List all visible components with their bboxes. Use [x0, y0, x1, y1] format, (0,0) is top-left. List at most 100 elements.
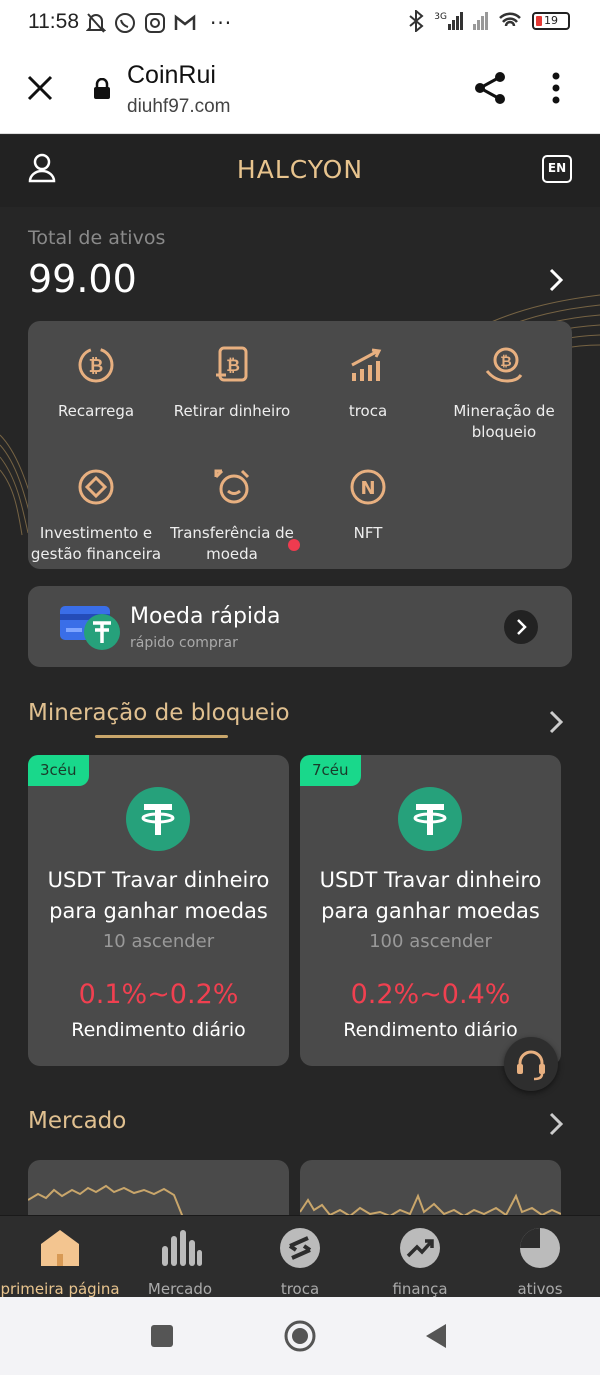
bars-icon	[162, 1230, 202, 1266]
more-notifications-icon: ···	[210, 11, 233, 35]
page-title: CoinRui	[127, 61, 216, 89]
brand-title: HALCYON	[236, 155, 364, 184]
product-rate: 0.2%~0.4%	[350, 979, 511, 1010]
svg-text:₿: ₿	[500, 354, 511, 370]
svg-text:₿: ₿	[89, 356, 104, 377]
nav-finance[interactable]: finança	[360, 1226, 480, 1298]
whatsapp-icon	[115, 13, 135, 33]
nav-assets[interactable]: ativos	[480, 1226, 600, 1298]
growth-chart-icon	[351, 348, 382, 381]
bitcoin-document-icon: ₿	[216, 346, 248, 382]
market-card[interactable]	[28, 1160, 289, 1215]
menu-label: Investimento e gestão financeira	[30, 524, 162, 563]
usdt-icon	[126, 787, 190, 851]
home-button-icon[interactable]	[284, 1320, 316, 1352]
menu-label: Retirar dinheiro	[173, 402, 291, 420]
product-rate-label: Rendimento diário	[71, 1019, 246, 1041]
menu-item-troca[interactable]: troca	[300, 345, 436, 422]
bluetooth-icon	[409, 10, 424, 32]
market-title: Mercado	[28, 1108, 127, 1134]
card-usdt-icon	[60, 606, 120, 650]
market-sparkline	[300, 1193, 561, 1215]
back-icon[interactable]	[424, 1322, 448, 1350]
product-tag: 3céu	[28, 755, 89, 786]
battery-level: 19	[544, 14, 558, 27]
bottom-navigation: primeira página Mercado troca finança at…	[0, 1215, 600, 1298]
menu-item-retirar[interactable]: ₿ Retirar dinheiro	[164, 345, 300, 422]
lock-icon	[94, 78, 110, 99]
app-content: HALCYON EN Total de ativos 99.00 ₿ Recar…	[0, 135, 600, 1215]
nav-label: finança	[392, 1280, 448, 1298]
nav-home[interactable]: primeira página	[0, 1226, 120, 1298]
usdt-icon	[398, 787, 462, 851]
gmail-icon	[174, 14, 196, 30]
quick-coin-arrow[interactable]	[504, 610, 538, 644]
section-underline	[95, 735, 228, 738]
market-sparkline	[28, 1184, 184, 1215]
market-card[interactable]	[300, 1160, 561, 1215]
close-icon[interactable]	[26, 74, 54, 102]
transfer-icon	[214, 469, 250, 504]
product-minimum: 100 ascender	[369, 931, 492, 952]
chevron-right-icon[interactable]	[548, 267, 564, 293]
menu-item-recarrega[interactable]: ₿ Recarrega	[28, 345, 164, 422]
nft-icon: N	[350, 469, 386, 505]
quick-coin-subtitle: rápido comprar	[130, 635, 238, 651]
nav-market[interactable]: Mercado	[120, 1226, 240, 1298]
quick-coin-title: Moeda rápida	[130, 604, 281, 629]
headset-icon	[517, 1050, 545, 1081]
bitcoin-hand-icon: ₿	[485, 347, 523, 383]
page-url[interactable]: diuhf97.com	[127, 96, 231, 118]
language-toggle[interactable]: EN	[542, 155, 572, 183]
menu-item-investimento[interactable]: Investimento e gestão financeira	[28, 467, 164, 565]
quick-menu: ₿ Recarrega ₿ Retirar dinheiro troca ₿ M…	[28, 321, 572, 569]
nav-exchange[interactable]: troca	[240, 1226, 360, 1298]
product-tag: 7céu	[300, 755, 361, 786]
menu-label: Mineração de bloqueio	[453, 402, 555, 441]
finance-icon	[400, 1228, 440, 1268]
more-options-icon[interactable]	[552, 72, 560, 104]
notification-icons: ···	[86, 11, 232, 35]
pie-icon	[520, 1228, 560, 1268]
home-icon	[41, 1230, 79, 1266]
menu-item-mineracao[interactable]: ₿ Mineração de bloqueio	[436, 345, 572, 443]
signal-2-icon	[473, 12, 488, 30]
menu-item-transferencia[interactable]: Transferência de moeda	[164, 467, 300, 565]
svg-text:N: N	[360, 478, 375, 499]
total-assets-label: Total de ativos	[28, 227, 166, 249]
exchange-icon	[280, 1228, 320, 1268]
nav-label: primeira página	[0, 1280, 120, 1298]
status-time: 11:58	[28, 10, 79, 33]
lock-mining-title: Mineração de bloqueio	[28, 700, 290, 726]
menu-label: Recarrega	[57, 402, 135, 420]
menu-label: Transferência de moeda	[170, 524, 294, 563]
chevron-right-icon[interactable]	[548, 709, 564, 735]
notification-dot	[288, 539, 300, 551]
app-header: HALCYON EN	[0, 135, 600, 207]
share-icon[interactable]	[472, 70, 508, 106]
signal-icon: 3G	[434, 12, 463, 30]
svg-text:₿: ₿	[226, 356, 240, 376]
quick-coin-banner[interactable]: Moeda rápida rápido comprar	[28, 586, 572, 667]
system-navigation-bar	[0, 1297, 600, 1375]
battery-icon: 19	[532, 12, 570, 30]
chevron-right-icon[interactable]	[548, 1111, 564, 1137]
total-assets-value: 99.00	[28, 257, 137, 301]
lock-product-card[interactable]: 7céu USDT Travar dinheiro para ganhar mo…	[300, 755, 561, 1066]
menu-item-nft[interactable]: N NFT	[300, 467, 436, 544]
target-icon	[78, 469, 114, 505]
menu-label: NFT	[353, 524, 383, 542]
wifi-icon	[499, 12, 521, 27]
lock-product-card[interactable]: 3céu USDT Travar dinheiro para ganhar mo…	[28, 755, 289, 1066]
chevron-right-icon	[517, 619, 527, 635]
nav-label: troca	[280, 1280, 320, 1298]
product-minimum: 10 ascender	[102, 931, 215, 952]
nav-label: Mercado	[147, 1280, 213, 1298]
menu-label: troca	[348, 402, 388, 420]
recents-icon[interactable]	[150, 1324, 174, 1348]
browser-toolbar: CoinRui diuhf97.com	[0, 46, 600, 134]
bell-off-icon	[86, 13, 106, 33]
nav-label: ativos	[517, 1280, 563, 1298]
product-title: USDT Travar dinheiro para ganhar moedas	[47, 868, 270, 923]
customer-support-button[interactable]	[504, 1037, 558, 1091]
